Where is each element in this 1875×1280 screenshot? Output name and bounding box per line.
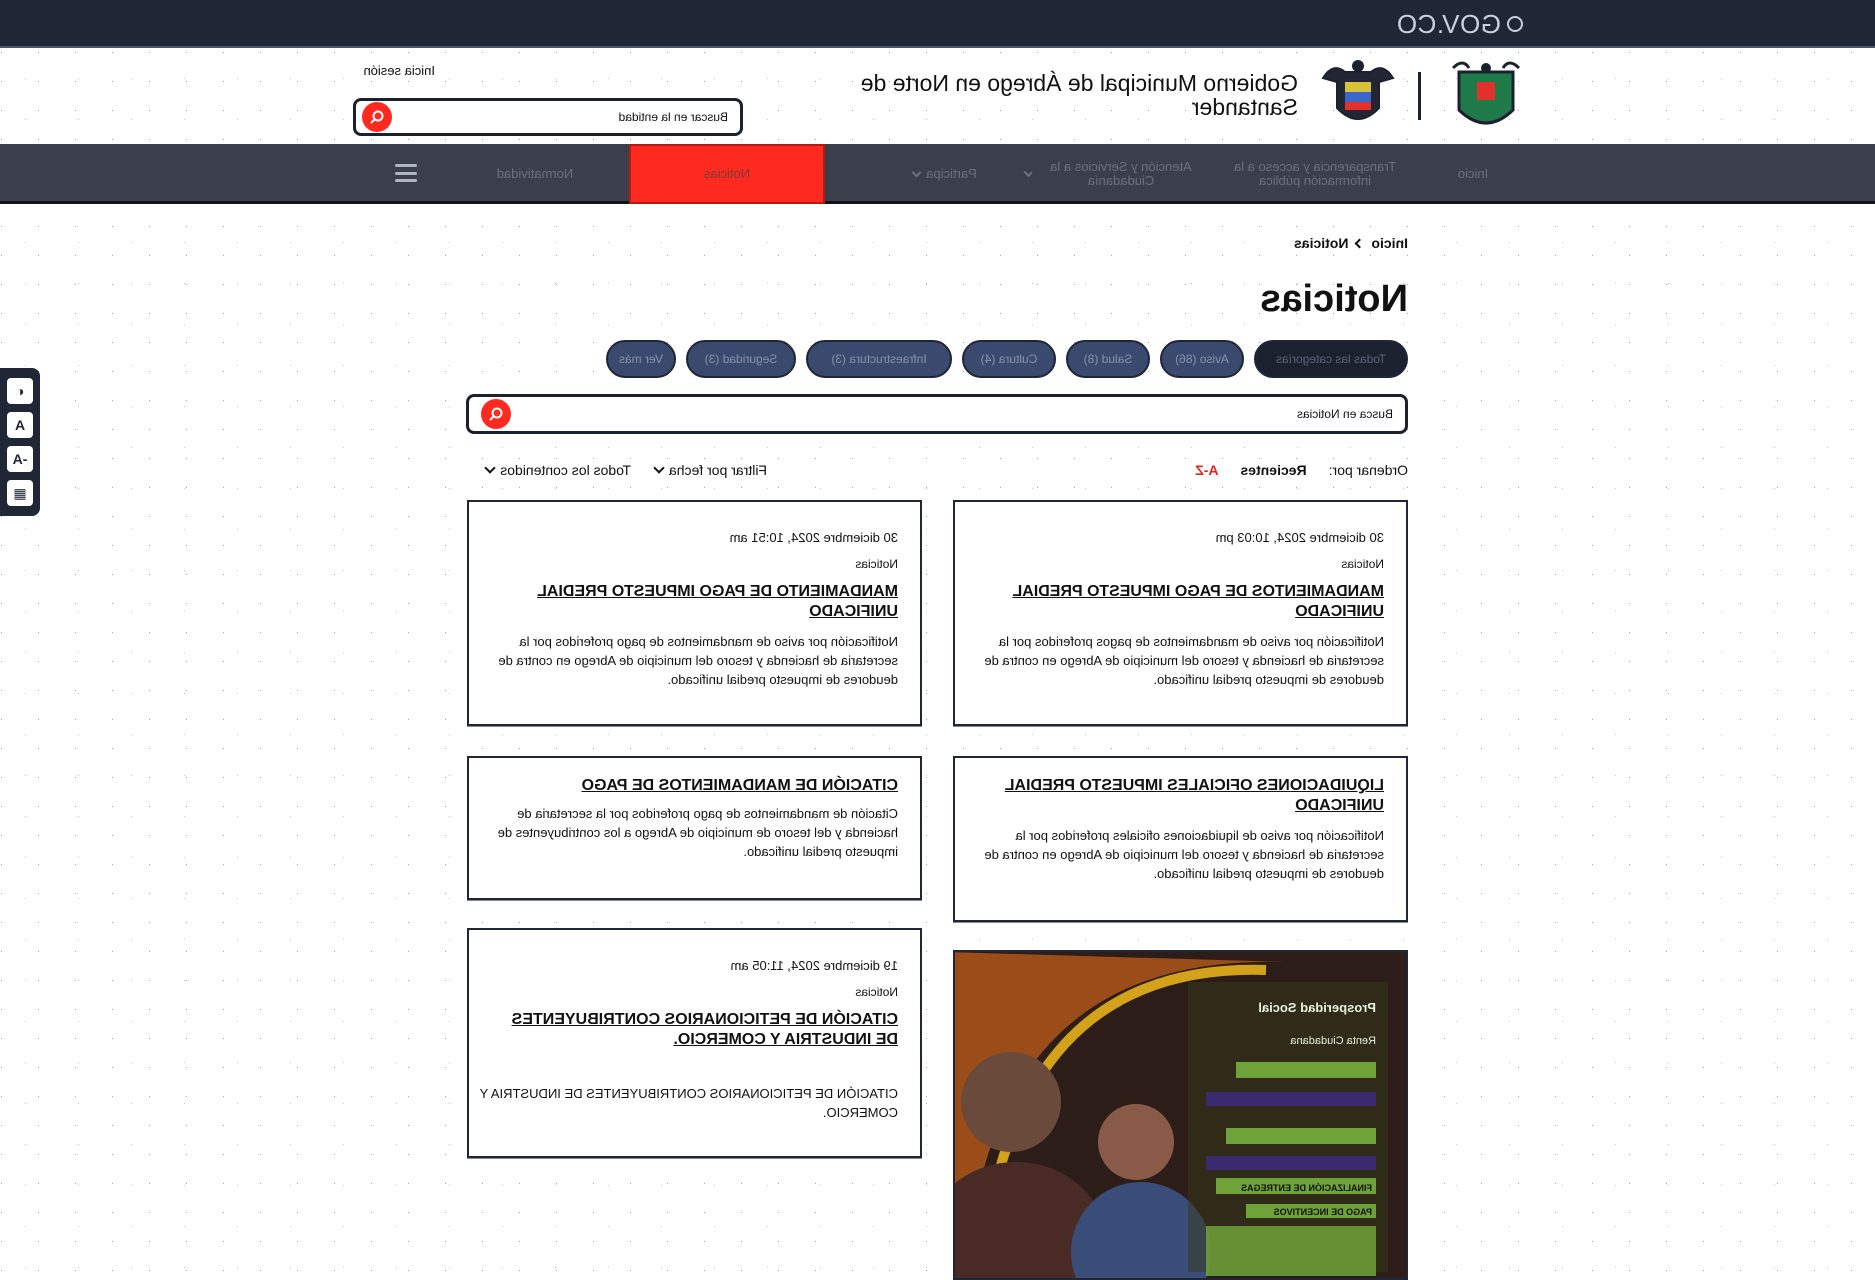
accessibility-toolbar: ◐ A -A ▦: [0, 368, 40, 516]
gov-bar: GOV.CO: [0, 0, 1875, 48]
card-category: Noticias: [1341, 557, 1384, 571]
logo-divider: [1418, 72, 1421, 120]
chip-label: Ver más: [619, 352, 664, 366]
card-date: 30 diciembre 2024, 10:03 pm: [1215, 530, 1384, 545]
chip-label: Todas las categorías: [1275, 352, 1387, 366]
sort-controls: Ordenar por: Recientes A-Z: [1195, 462, 1408, 478]
category-filters: Todas las categorías Aviso (86) Salud (8…: [466, 340, 1408, 378]
card-description: Citación de mandamientos de pago proferi…: [497, 806, 898, 859]
nav-item-label: Atención y Servicios a la Ciudadanía: [1050, 159, 1192, 188]
card-title-link[interactable]: LIQUIDACIONES OFICIALES IMPUESTO PREDIAL…: [984, 776, 1384, 816]
sort-az-button[interactable]: A-Z: [1195, 462, 1218, 478]
nav-item-atencion[interactable]: Atención y Servicios a la Ciudadanía: [1023, 144, 1205, 204]
menu-icon[interactable]: [395, 164, 417, 182]
news-image-card[interactable]: Prosperidad Social Renta Ciudadana FINAL…: [953, 950, 1408, 1280]
chip-label: Aviso (86): [1175, 352, 1229, 366]
chevron-right-icon: [1354, 238, 1365, 248]
search-icon: [370, 110, 384, 124]
chip-ver-mas[interactable]: Ver más: [606, 340, 676, 378]
chip-all-categories[interactable]: Todas las categorías: [1254, 340, 1408, 378]
nav-item-label: Inicio: [1457, 166, 1489, 181]
municipal-shield-icon[interactable]: [1449, 58, 1523, 138]
content-filter-dropdown[interactable]: Todos los contenidos: [484, 462, 631, 478]
chevron-down-icon: [1023, 167, 1033, 178]
image-line: PAGO DE INCENTIVOS: [1274, 1207, 1372, 1217]
search-button[interactable]: [362, 102, 392, 132]
search-icon: [489, 407, 503, 421]
nav-item-label: Participa: [926, 166, 977, 181]
news-card[interactable]: 30 diciembre 2024, 10:51 am Noticias MAN…: [467, 500, 922, 726]
nav-item-noticias[interactable]: Noticias: [629, 144, 825, 204]
card-title-link[interactable]: CITACIÓN DE MANDAMIENTOS DE PAGO: [498, 776, 898, 796]
entity-name: Gobierno Municipal de Ábrego en Norte de…: [860, 70, 1298, 120]
chip-infraestructura[interactable]: Infraestructura (3): [806, 340, 952, 378]
sort-recent-button[interactable]: Recientes: [1240, 462, 1306, 478]
gov-co-text: GOV.CO: [1396, 8, 1501, 39]
breadcrumb-current: Noticias: [1293, 235, 1349, 251]
nav-item-label: Normatividad: [496, 166, 574, 181]
card-title-link[interactable]: MANDAMIENTOS DE PAGO IMPUESTO PREDIAL UN…: [984, 582, 1384, 622]
chip-salud[interactable]: Salud (8): [1066, 340, 1150, 378]
image-line: FINALIZACIÓN DE ENTREGAS: [1241, 1182, 1372, 1193]
chip-aviso[interactable]: Aviso (86): [1160, 340, 1244, 378]
news-search-field[interactable]: Busca en Noticias: [466, 394, 1408, 434]
colombia-coat-of-arms-icon[interactable]: [1321, 58, 1395, 138]
image-heading: Prosperidad Social: [1258, 1000, 1376, 1015]
chevron-down-icon: [911, 167, 922, 178]
breadcrumb: Inicio Noticias: [1294, 235, 1408, 251]
card-category: Noticias: [855, 557, 898, 571]
card-description: Notificación por aviso de mandamientos d…: [498, 634, 898, 687]
news-photo: Prosperidad Social Renta Ciudadana FINAL…: [953, 952, 1406, 1280]
news-card[interactable]: 19 diciembre 2024, 11:05 am Noticias CIT…: [467, 928, 922, 1158]
contrast-button[interactable]: ◐: [7, 378, 33, 404]
sort-label: Ordenar por:: [1328, 462, 1408, 478]
decrease-font-button[interactable]: -A: [7, 446, 33, 472]
date-filter-label: Filtrar por fecha: [668, 462, 767, 478]
content-filter-label: Todos los contenidos: [500, 462, 631, 478]
entity-search-field[interactable]: Buscar en la entidad: [353, 98, 743, 136]
card-description: Notificación por aviso de liquidaciones …: [984, 828, 1384, 881]
card-date: 19 diciembre 2024, 11:05 am: [730, 958, 898, 973]
gov-co-logo[interactable]: GOV.CO: [1396, 8, 1523, 39]
page: GOV.CO Gobierno Municipal de Ábrego en N…: [0, 0, 1875, 1280]
card-category: Noticias: [855, 985, 898, 999]
gov-co-icon: [1507, 16, 1523, 32]
card-description: Notificación por aviso de mandamientos d…: [984, 634, 1384, 687]
news-card[interactable]: CITACIÓN DE MANDAMIENTOS DE PAGO Citació…: [467, 756, 922, 900]
chip-label: Seguridad (3): [704, 352, 778, 366]
nav-item-normatividad[interactable]: Normatividad: [455, 144, 615, 204]
card-description: CITACIÓN DE PETICIONARIOS CONTRIBUYENTES…: [479, 1086, 898, 1120]
chip-label: Infraestructura (3): [831, 352, 927, 366]
entity-search-placeholder: Buscar en la entidad: [618, 110, 728, 124]
card-date: 30 diciembre 2024, 10:51 am: [729, 530, 898, 545]
page-title: Noticias: [1260, 278, 1408, 320]
chip-label: Salud (8): [1083, 352, 1133, 366]
nav-item-participa[interactable]: Participa: [885, 144, 1005, 204]
news-search-button[interactable]: [481, 399, 511, 429]
nav-item-inicio[interactable]: Inicio: [1423, 144, 1523, 204]
chevron-down-icon: [653, 462, 665, 474]
chip-seguridad[interactable]: Seguridad (3): [686, 340, 796, 378]
site-header: Gobierno Municipal de Ábrego en Norte de…: [0, 48, 1875, 144]
increase-font-button[interactable]: A: [7, 412, 33, 438]
card-title-link[interactable]: CITACIÓN DE PETICIONARIOS CONTRIBUYENTES…: [498, 1010, 898, 1050]
breadcrumb-home[interactable]: Inicio: [1371, 235, 1408, 251]
news-search-placeholder: Busca en Noticias: [1296, 407, 1393, 421]
chevron-down-icon: [484, 462, 496, 474]
nav-item-label: Noticias: [703, 166, 751, 181]
date-filter-dropdown[interactable]: Filtrar por fecha: [653, 462, 767, 478]
nav-item-transparencia[interactable]: Transparencia y acceso a la información …: [1225, 144, 1405, 204]
chip-label: Cultura (4): [980, 352, 1038, 366]
news-card[interactable]: 30 diciembre 2024, 10:03 pm Noticias MAN…: [953, 500, 1408, 726]
image-subheading: Renta Ciudadana: [1289, 1035, 1376, 1047]
nav-item-label: Transparencia y acceso a la información …: [1233, 159, 1397, 188]
relevo-button[interactable]: ▦: [7, 480, 33, 506]
login-link[interactable]: Inicia sesión: [363, 63, 435, 78]
news-card[interactable]: LIQUIDACIONES OFICIALES IMPUESTO PREDIAL…: [953, 756, 1408, 922]
chip-cultura[interactable]: Cultura (4): [962, 340, 1056, 378]
filter-controls: Filtrar por fecha Todos los contenidos: [484, 462, 767, 478]
main-nav: Inicio Transparencia y acceso a la infor…: [0, 144, 1875, 204]
card-title-link[interactable]: MANDAMIENTO DE PAGO IMPUESTO PREDIAL UNI…: [498, 582, 898, 622]
